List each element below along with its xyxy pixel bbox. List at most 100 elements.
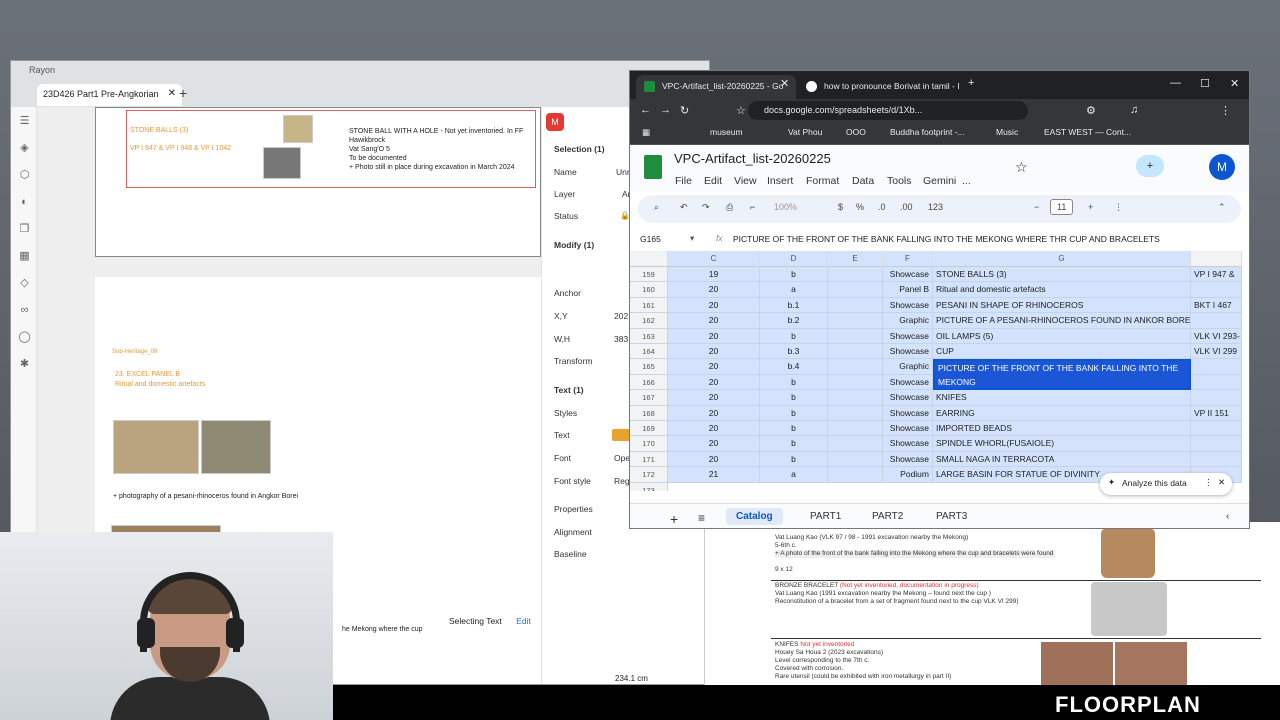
settings-icon[interactable]: ✱ — [18, 358, 31, 371]
cell-c[interactable]: 19 — [668, 267, 760, 283]
bookmark-ooo[interactable]: OOO — [846, 127, 866, 137]
cell-d[interactable]: b — [760, 374, 828, 391]
menu-icon[interactable]: ☰ — [18, 115, 31, 128]
name-box[interactable]: G165 — [640, 234, 661, 244]
cell-e[interactable] — [828, 467, 883, 483]
cell-c[interactable]: 20 — [668, 390, 760, 406]
column-header-h[interactable] — [1191, 251, 1242, 267]
cell-e[interactable] — [828, 374, 883, 391]
cube-icon[interactable]: ⬡ — [18, 169, 31, 182]
tab-catalog[interactable]: Catalog — [726, 508, 783, 525]
selected-frame[interactable]: STONE BALLS (3) VP I 947 & VP I 948 & VP… — [126, 110, 536, 188]
tab-sheets[interactable]: VPC-Artifact_list-20260225 - Go — [636, 75, 796, 99]
table-row[interactable]: 169 20 b Showcase IMPORTED BEADS — [630, 421, 1242, 437]
rayon-tab[interactable]: 23D426 Part1 Pre-Angkorian ✕ — [37, 84, 182, 106]
cell-h[interactable] — [1191, 282, 1242, 298]
cell-d[interactable]: a — [760, 282, 828, 298]
cell-d[interactable]: b — [760, 421, 828, 437]
number-format-button[interactable]: 123 — [928, 202, 943, 212]
cell-c[interactable]: 20 — [668, 405, 760, 421]
cell-c[interactable]: 20 — [668, 436, 760, 452]
cell-h[interactable] — [1191, 313, 1242, 329]
cell-d[interactable]: b — [760, 436, 828, 452]
table-row[interactable]: 160 20 a Panel B Ritual and domestic artefac… — [630, 282, 1242, 298]
cell-e[interactable] — [828, 297, 883, 314]
copy-icon[interactable]: ❐ — [18, 223, 31, 236]
tab-part3[interactable]: PART3 — [936, 511, 967, 522]
cell-d[interactable]: b.1 — [760, 297, 828, 314]
share-icon[interactable]: + — [1136, 155, 1164, 177]
cell-c[interactable]: 20 — [668, 328, 760, 344]
row-number[interactable]: 162 — [630, 313, 668, 329]
edit-link[interactable]: Edit — [516, 616, 531, 626]
row-number[interactable]: 171 — [630, 451, 668, 468]
row-number[interactable]: 165 — [630, 359, 668, 375]
cell-e[interactable] — [828, 451, 883, 468]
decrease-decimal-button[interactable]: .0 — [878, 202, 886, 212]
table-row[interactable]: 163 20 b Showcase OIL LAMPS (5) VLK VI 293- — [630, 328, 1242, 344]
cell-g[interactable]: KNIFES — [933, 390, 1191, 406]
bookmark-vat-phou[interactable]: Vat Phou — [788, 127, 822, 137]
cell-f[interactable]: Graphic — [883, 313, 933, 329]
analyze-data-chip[interactable]: ✦ Analyze this data ⋮ ✕ — [1100, 473, 1232, 495]
cell-g[interactable]: SPINDLE WHORL(FUSAIOLE) — [933, 436, 1191, 452]
comment-icon[interactable]: ◯ — [18, 331, 31, 344]
back-icon[interactable]: ← — [640, 104, 651, 116]
forward-icon[interactable]: → — [660, 104, 671, 116]
user-avatar[interactable]: M — [546, 113, 564, 131]
cell-e[interactable] — [828, 359, 883, 375]
table-row[interactable]: 168 20 b Showcase EARRING VP II 151 — [630, 405, 1242, 421]
cell-e[interactable] — [828, 390, 883, 406]
all-sheets-icon[interactable]: ≡ — [698, 511, 705, 525]
font-size-plus-icon[interactable]: + — [1088, 202, 1093, 212]
more-options-icon[interactable]: ⋮ — [1114, 202, 1123, 213]
cell-e[interactable] — [828, 328, 883, 344]
link-icon[interactable]: ∞ — [18, 304, 31, 317]
cell-f[interactable]: Showcase — [883, 297, 933, 314]
tag-icon[interactable]: ◇ — [18, 277, 31, 290]
bookmark-icon[interactable]: ☆ — [736, 104, 746, 117]
tab-part2[interactable]: PART2 — [872, 511, 903, 522]
cell-d[interactable]: b — [760, 267, 828, 283]
more-icon[interactable]: ⋮ — [1204, 477, 1213, 488]
cell-f[interactable]: Showcase — [883, 421, 933, 437]
table-row[interactable]: 159 19 b Showcase STONE BALLS (3) VP I 947 & — [630, 267, 1242, 283]
grid-icon[interactable]: ▦ — [18, 250, 31, 263]
tab-search[interactable]: how to pronounce Borivat in tamil - I — [798, 75, 966, 99]
cell-f[interactable]: Showcase — [883, 267, 933, 283]
row-number[interactable]: 173 — [630, 482, 668, 491]
row-number[interactable]: 168 — [630, 405, 668, 421]
selection-header[interactable]: Selection (1) — [554, 144, 605, 154]
cell-c[interactable]: 20 — [668, 313, 760, 329]
menu-more[interactable]: ... — [962, 175, 971, 187]
menu-tools[interactable]: Tools — [887, 175, 912, 187]
cell-d[interactable]: b — [760, 390, 828, 406]
cell-f[interactable]: Podium — [883, 467, 933, 483]
cell-d[interactable]: b — [760, 405, 828, 421]
cell-d[interactable]: a — [760, 467, 828, 483]
cell-h[interactable]: VLK VI 299 — [1191, 344, 1242, 360]
percent-button[interactable]: % — [856, 202, 864, 212]
cell-e[interactable] — [828, 267, 883, 283]
cell-f[interactable]: Showcase — [883, 390, 933, 406]
sheets-logo-icon[interactable] — [644, 155, 662, 179]
add-sheet-icon[interactable]: + — [670, 511, 678, 527]
cell-f[interactable]: Panel B — [883, 282, 933, 298]
cell-g[interactable]: OIL LAMPS (5) — [933, 328, 1191, 344]
spreadsheet-grid[interactable]: C D E F G 159 19 b Showcase STONE BALLS (3) V… — [630, 251, 1242, 491]
row-number[interactable]: 170 — [630, 436, 668, 452]
row-number[interactable]: 161 — [630, 297, 668, 314]
column-header-e[interactable]: E — [828, 251, 883, 267]
column-header-g[interactable]: G — [933, 251, 1191, 267]
cell-f[interactable]: Showcase — [883, 405, 933, 421]
menu-dots-icon[interactable]: ⋮ — [1220, 104, 1231, 117]
minimize-icon[interactable]: — — [1170, 77, 1181, 89]
row-number[interactable]: 164 — [630, 344, 668, 360]
cell-g[interactable]: Ritual and domestic artefacts — [933, 282, 1191, 298]
reload-icon[interactable]: ↻ — [680, 104, 689, 117]
table-row[interactable]: 167 20 b Showcase KNIFES — [630, 390, 1242, 406]
cell-d[interactable]: b — [760, 451, 828, 468]
zoom-select[interactable]: 100% — [774, 202, 797, 212]
layers-icon[interactable]: ◈ — [18, 142, 31, 155]
cell-g[interactable]: CUP — [933, 344, 1191, 360]
